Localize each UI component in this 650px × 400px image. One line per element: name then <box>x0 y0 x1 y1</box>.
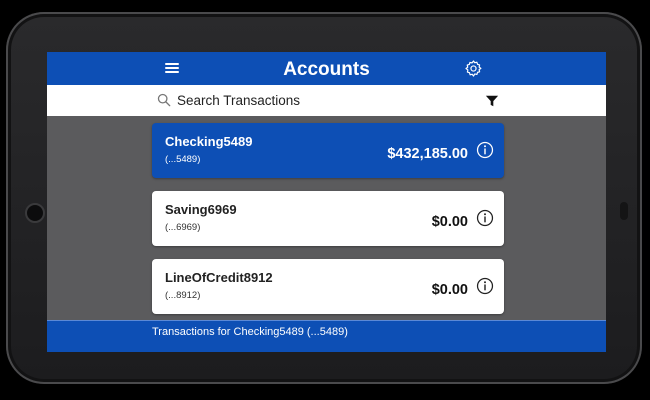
search-bar <box>47 85 606 116</box>
account-balance: $0.00 <box>431 214 468 230</box>
account-card-line-of-credit[interactable]: LineOfCredit8912 (...8912) $0.00 <box>152 259 504 314</box>
gear-icon[interactable] <box>464 59 483 78</box>
account-balance: $0.00 <box>431 282 468 298</box>
account-card-saving[interactable]: Saving6969 (...6969) $0.00 <box>152 191 504 246</box>
page-title: Accounts <box>283 59 370 80</box>
account-name: LineOfCredit8912 <box>165 270 273 285</box>
account-number: (...6969) <box>165 222 201 233</box>
account-number: (...8912) <box>165 290 201 301</box>
search-input[interactable] <box>177 89 437 111</box>
app-header: Accounts <box>47 52 606 85</box>
account-name: Saving6969 <box>165 202 237 217</box>
side-sensor <box>620 202 628 220</box>
info-icon[interactable] <box>476 277 494 295</box>
account-name: Checking5489 <box>165 134 253 149</box>
hamburger-menu-icon[interactable] <box>165 62 181 74</box>
account-card-checking[interactable]: Checking5489 (...5489) $432,185.00 <box>152 123 504 178</box>
account-number: (...5489) <box>165 154 201 165</box>
transactions-footer[interactable]: Transactions for Checking5489 (...5489) <box>47 320 606 352</box>
home-button[interactable] <box>25 203 45 223</box>
search-icon <box>157 93 171 107</box>
app-screen: Accounts Checking5489 (...5489) $432,185… <box>47 52 606 352</box>
account-balance: $432,185.00 <box>387 146 468 162</box>
transactions-label: Transactions for Checking5489 (...5489) <box>152 326 348 338</box>
account-list: Checking5489 (...5489) $432,185.00 Savin… <box>152 123 504 327</box>
filter-icon[interactable] <box>485 94 499 108</box>
info-icon[interactable] <box>476 141 494 159</box>
info-icon[interactable] <box>476 209 494 227</box>
